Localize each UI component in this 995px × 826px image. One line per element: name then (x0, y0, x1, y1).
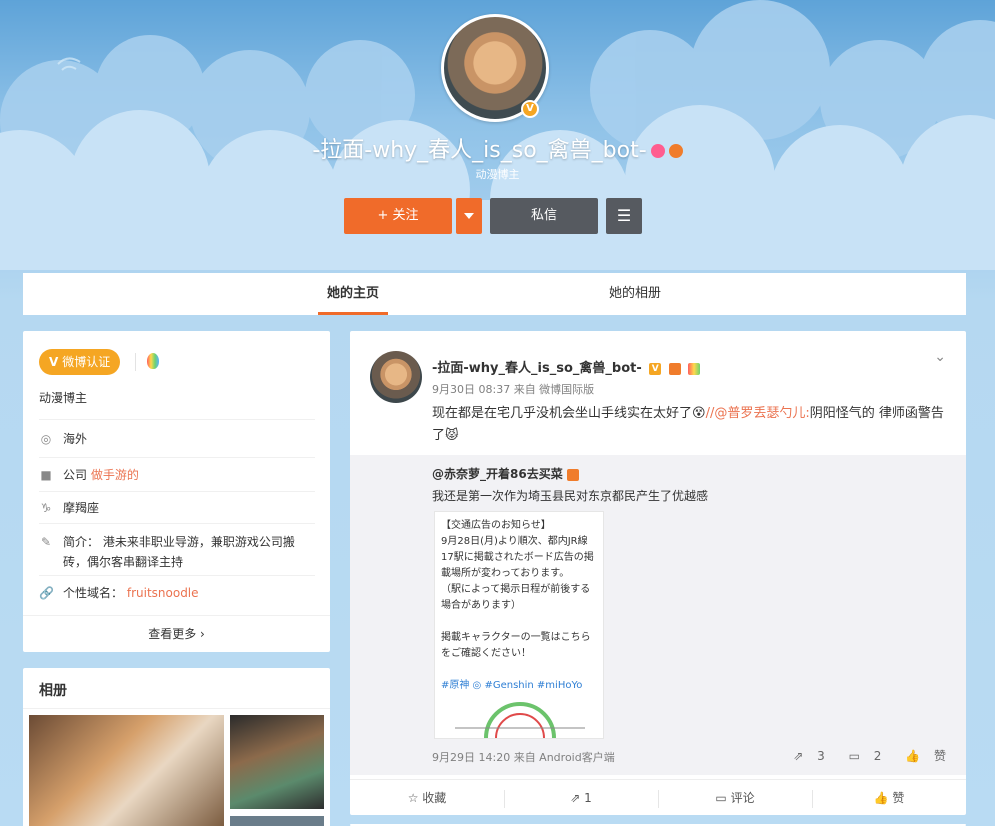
share-icon: ⇗ (793, 749, 804, 763)
see-more-link[interactable]: 查看更多 › (23, 615, 330, 652)
verify-badge[interactable]: V 微博认证 (39, 349, 121, 375)
image-text-line: 【交通広告のお知らせ】 (441, 520, 551, 531)
fire-badge-icon (668, 144, 683, 158)
repost-stats: ⇗ 3 ▭ 2 👍 赞 (773, 747, 946, 764)
info-row-bio: ✎ 简介： 港未来非职业导游，兼职游戏公司搬砖，偶尔客串翻译主持 (39, 523, 315, 575)
menu-button[interactable]: ☰ (606, 198, 642, 234)
follow-button[interactable]: + 关注 (344, 198, 452, 234)
emoji-icon: 😾 (445, 428, 459, 443)
follow-dropdown-button[interactable] (456, 198, 482, 234)
emoji-icon: 😵 (692, 406, 706, 421)
post-meta: 9月30日 08:37 来自 微博国际版 (432, 383, 595, 396)
like-button[interactable]: 👍 赞 (812, 780, 966, 816)
profile-info-card: V 微博认证 动漫博主 ◎ 海外 ■ 公司 做手游的 ♑ 摩羯座 ✎ 简介： 港未来非职业… (23, 331, 330, 652)
share-icon: ⇗ (570, 791, 581, 805)
info-row-zodiac: ♑ 摩羯座 (39, 491, 315, 523)
favorite-button[interactable]: ☆ 收藏 (350, 780, 504, 816)
fire-icon (668, 362, 681, 375)
divider (135, 353, 136, 371)
comment-icon: ▭ (715, 791, 727, 805)
post-author-row: -拉面-why_春人_is_so_禽兽_bot- V (432, 357, 701, 376)
image-text-line: 17駅に掲載されたボード広告の掲 (441, 552, 594, 563)
repost-meta: 9月29日 14:20 来自 Android客户端 (432, 751, 615, 764)
fire-icon (566, 468, 579, 481)
company-icon: ■ (40, 468, 52, 482)
comment-count[interactable]: ▭ 2 (839, 749, 882, 763)
zodiac-text: 摩羯座 (63, 501, 100, 515)
domain-link[interactable]: fruitsnoodle (127, 586, 199, 600)
hamburger-icon: ☰ (616, 206, 632, 225)
feed-post: -拉面-why_春人_is_so_禽兽_bot- V ⌄ 9月30日 08:37… (350, 331, 966, 815)
post-text: 现在都是在宅几乎没机会坐山手线实在太好了😵//@普罗丢瑟勺儿:阴阳怪气的 律师函… (432, 403, 952, 447)
image-text-line: 場合があります） (441, 600, 521, 611)
bio-text: 简介： 港未来非职业导游，兼职游戏公司搬砖，偶尔客串翻译主持 (63, 535, 295, 569)
profile-description: 动漫博主 (475, 168, 520, 181)
album-photo[interactable] (230, 816, 324, 826)
caret-down-icon (464, 212, 474, 219)
verified-badge-icon: V (521, 100, 539, 118)
image-text-line: 9月28日(月)より順次、都内JR線 (441, 536, 588, 547)
repost-text: 我还是第一次作为埼玉县民对东京都民产生了优越感 (432, 489, 709, 503)
album-title: 相册 (39, 683, 67, 699)
image-text-line: 掲載キャラクターの一覧はこちら (441, 632, 591, 643)
album-photo[interactable] (230, 715, 324, 809)
image-text-line: 載場所が変わっております。 (441, 568, 570, 579)
balloon-icon (688, 362, 701, 375)
domain-label: 个性域名： (63, 586, 124, 600)
repost-block: @赤奈萝_开着86去买菜 我还是第一次作为埼玉县民对东京都民产生了优越感 【交通… (350, 455, 966, 775)
zodiac-icon: ♑ (40, 501, 52, 515)
v-icon: V (49, 355, 59, 369)
profile-tabs: 她的主页 她的相册 (23, 273, 966, 315)
company-link[interactable]: 做手游的 (91, 468, 139, 482)
verified-icon: V (649, 362, 662, 375)
image-text-line: （駅によって掲示日程が前後する (441, 584, 591, 595)
repost-count[interactable]: ⇗ 3 (783, 749, 825, 763)
comment-button[interactable]: ▭ 评论 (658, 780, 812, 816)
repost-label: 1 (584, 791, 592, 805)
repost-author-row: @赤奈萝_开着86去买菜 (432, 465, 579, 482)
post-text-main: 现在都是在宅几乎没机会坐山手线实在太好了 (432, 406, 693, 421)
repost-count-value: 3 (817, 749, 825, 763)
post-author-avatar[interactable] (370, 351, 422, 403)
album-card: 相册 (23, 668, 330, 826)
like-label: 赞 (892, 791, 905, 805)
info-row-domain: 🔗 个性域名： fruitsnoodle (39, 575, 315, 609)
comment-label: 评论 (730, 791, 755, 805)
repost-image[interactable]: 【交通広告のお知らせ】 9月28日(月)より順次、都内JR線 17駅に掲載された… (434, 511, 604, 739)
verify-text: 动漫博主 (39, 391, 88, 405)
location-text: 海外 (63, 432, 88, 446)
profile-name-row: -拉面-why_春人_is_so_禽兽_bot- (0, 132, 995, 164)
post-actions: ☆ 收藏 ⇗ 1 ▭ 评论 👍 赞 (350, 779, 966, 815)
location-icon: ◎ (40, 432, 52, 446)
bio-icon: ✎ (40, 535, 52, 549)
repost-button[interactable]: ⇗ 1 (504, 780, 658, 816)
post-author-name[interactable]: -拉面-why_春人_is_so_禽兽_bot- (432, 361, 642, 376)
map-graphic (455, 702, 585, 738)
balloon-icon (147, 353, 159, 369)
tab-home[interactable]: 她的主页 (318, 273, 388, 315)
album-photo[interactable] (29, 715, 224, 826)
verify-label: 微博认证 (62, 355, 111, 369)
search-badge-icon (650, 144, 665, 158)
company-label: 公司 (63, 468, 88, 482)
comment-icon: ▭ (848, 749, 860, 763)
thumb-icon: 👍 (905, 749, 921, 763)
info-row-location: ◎ 海外 (39, 419, 315, 457)
thumb-icon: 👍 (873, 791, 889, 805)
image-hashtags: #原神 ◎ #Genshin #miHoYo (441, 680, 583, 691)
repost-author[interactable]: @赤奈萝_开着86去买菜 (432, 467, 563, 481)
link-icon: 🔗 (39, 586, 54, 600)
info-row-company: ■ 公司 做手游的 (39, 457, 315, 491)
chevron-down-icon[interactable]: ⌄ (934, 349, 946, 365)
favorite-label: 收藏 (422, 791, 447, 805)
message-button[interactable]: 私信 (490, 198, 598, 234)
profile-name: -拉面-why_春人_is_so_禽兽_bot- (312, 138, 647, 163)
tab-album[interactable]: 她的相册 (593, 273, 677, 315)
star-icon: ☆ (407, 791, 419, 805)
image-text-line: をご確認ください！ (441, 648, 531, 659)
comment-count-value: 2 (873, 749, 882, 763)
like-count[interactable]: 👍 赞 (895, 749, 946, 763)
like-label: 赞 (933, 749, 946, 763)
post-mention[interactable]: //@普罗丢瑟勺儿: (706, 406, 810, 421)
